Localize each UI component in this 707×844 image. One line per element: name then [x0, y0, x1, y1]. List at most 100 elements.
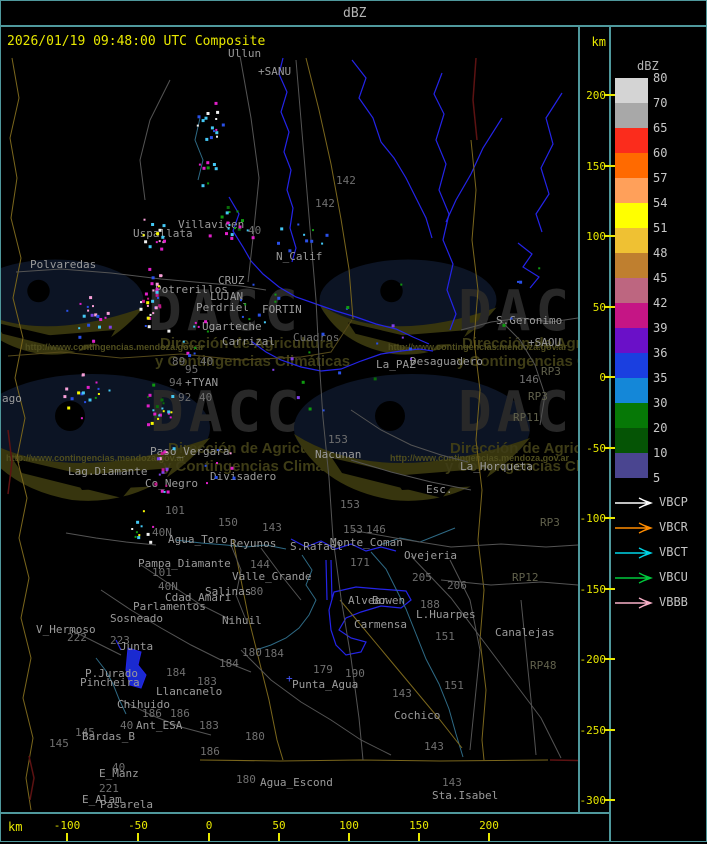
radar-echo	[169, 416, 172, 419]
map-gray-line	[239, 55, 260, 283]
map-label: 184	[264, 647, 284, 660]
right-axis-tick	[604, 376, 615, 378]
radar-echo	[400, 283, 403, 286]
radar-echo	[63, 395, 67, 399]
bottom-axis-tick-label: 200	[479, 819, 499, 832]
map-label: E_Manz	[99, 767, 139, 780]
radar-echo	[238, 225, 242, 229]
bottom-axis-unit: km	[8, 820, 23, 834]
colorbar-box	[615, 178, 648, 203]
colorbar-tick-label: 36	[653, 346, 668, 360]
right-axis-tick	[604, 235, 615, 237]
radar-echo	[140, 525, 143, 528]
radar-echo	[216, 449, 219, 451]
radar-echo	[228, 224, 231, 226]
radar-echo	[160, 489, 164, 493]
radar-echo	[155, 405, 159, 409]
radar-echo	[193, 325, 196, 328]
radar-echo	[154, 415, 157, 418]
radar-echo	[147, 325, 151, 329]
radar-echo	[134, 535, 137, 538]
legend-label: VBCT	[659, 545, 688, 559]
radar-echo	[81, 374, 84, 377]
colorbar-box	[615, 103, 648, 128]
map-label: 151	[435, 630, 455, 643]
radar-echo	[108, 389, 111, 392]
map-label: RP3	[528, 390, 548, 403]
radar-echo	[99, 318, 103, 321]
colorbar-box	[615, 403, 648, 428]
map-label: +SANU	[258, 65, 291, 78]
radar-echo	[81, 391, 85, 395]
radar-echo	[155, 241, 158, 244]
radar-map-canvas: DACCDirección de Agriculturay Contingenc…	[0, 47, 578, 811]
map-label: 94	[169, 376, 183, 389]
bottom-axis-tick-label: -50	[128, 819, 148, 832]
radar-echo	[297, 223, 300, 226]
vector-arrow-icon	[615, 597, 653, 609]
map-label: 40	[200, 355, 213, 368]
map-label: Co_Negro	[145, 477, 198, 490]
radar-echo	[510, 317, 513, 320]
radar-echo	[280, 227, 284, 231]
radar-echo	[149, 313, 152, 316]
radar-echo	[142, 234, 145, 237]
radar-echo	[215, 118, 218, 120]
radar-echo	[151, 299, 155, 303]
radar-echo	[137, 536, 141, 540]
radar-echo	[158, 304, 162, 308]
bottom-axis-tick	[137, 833, 139, 841]
bottom-axis-tick	[66, 833, 68, 841]
map-label: 190	[345, 667, 365, 680]
colorbar-box	[615, 278, 648, 303]
map-label: 143	[392, 687, 412, 700]
radar-echo	[207, 182, 210, 185]
radar-echo	[221, 123, 225, 127]
radar-echo	[206, 166, 210, 170]
radar-echo	[150, 282, 154, 286]
map-label: Junta	[120, 640, 153, 653]
radar-echo	[214, 476, 218, 479]
radar-echo	[322, 409, 325, 412]
radar-echo	[216, 135, 218, 138]
radar-echo	[98, 325, 101, 329]
radar-echo	[66, 309, 69, 312]
radar-echo	[151, 223, 155, 226]
bottom-axis-tick-label: 0	[205, 819, 213, 832]
colorbar-box	[615, 428, 648, 453]
radar-echo	[104, 316, 107, 319]
map-label: Monte_Coman	[330, 536, 403, 549]
radar-echo	[208, 234, 212, 238]
radar-echo	[160, 274, 163, 277]
map-label: La_Horqueta	[460, 460, 533, 473]
radar-echo	[303, 233, 306, 236]
radar-echo	[290, 357, 294, 361]
radar-echo	[272, 368, 275, 371]
colorbar-tick-label: 20	[653, 421, 668, 435]
right-axis-tick	[604, 799, 615, 801]
radar-echo	[80, 417, 83, 420]
map-red-line	[28, 755, 35, 801]
map-gray-line	[139, 79, 171, 201]
radar-echo	[156, 232, 160, 236]
radar-echo	[201, 119, 205, 123]
radar-echo	[308, 351, 311, 354]
radar-echo	[296, 396, 300, 400]
radar-echo	[154, 306, 158, 310]
radar-echo	[241, 315, 244, 318]
map-label: Nihuil	[222, 614, 262, 627]
map-label: 171	[350, 556, 370, 569]
colorbar-tick-label: 65	[653, 121, 668, 135]
bottom-axis-tick	[348, 833, 350, 841]
radar-echo	[198, 163, 201, 166]
radar-echo	[167, 329, 171, 333]
colorbar-tick-label: 54	[653, 196, 668, 210]
radar-echo	[226, 206, 230, 209]
radar-echo	[538, 267, 541, 270]
map-label: Lag.Diamante	[68, 465, 147, 478]
colorbar-box	[615, 328, 648, 353]
map-river-line	[351, 59, 433, 239]
map-label: RP3	[540, 516, 560, 529]
map-label: 95	[185, 363, 198, 376]
radar-echo	[246, 229, 249, 232]
